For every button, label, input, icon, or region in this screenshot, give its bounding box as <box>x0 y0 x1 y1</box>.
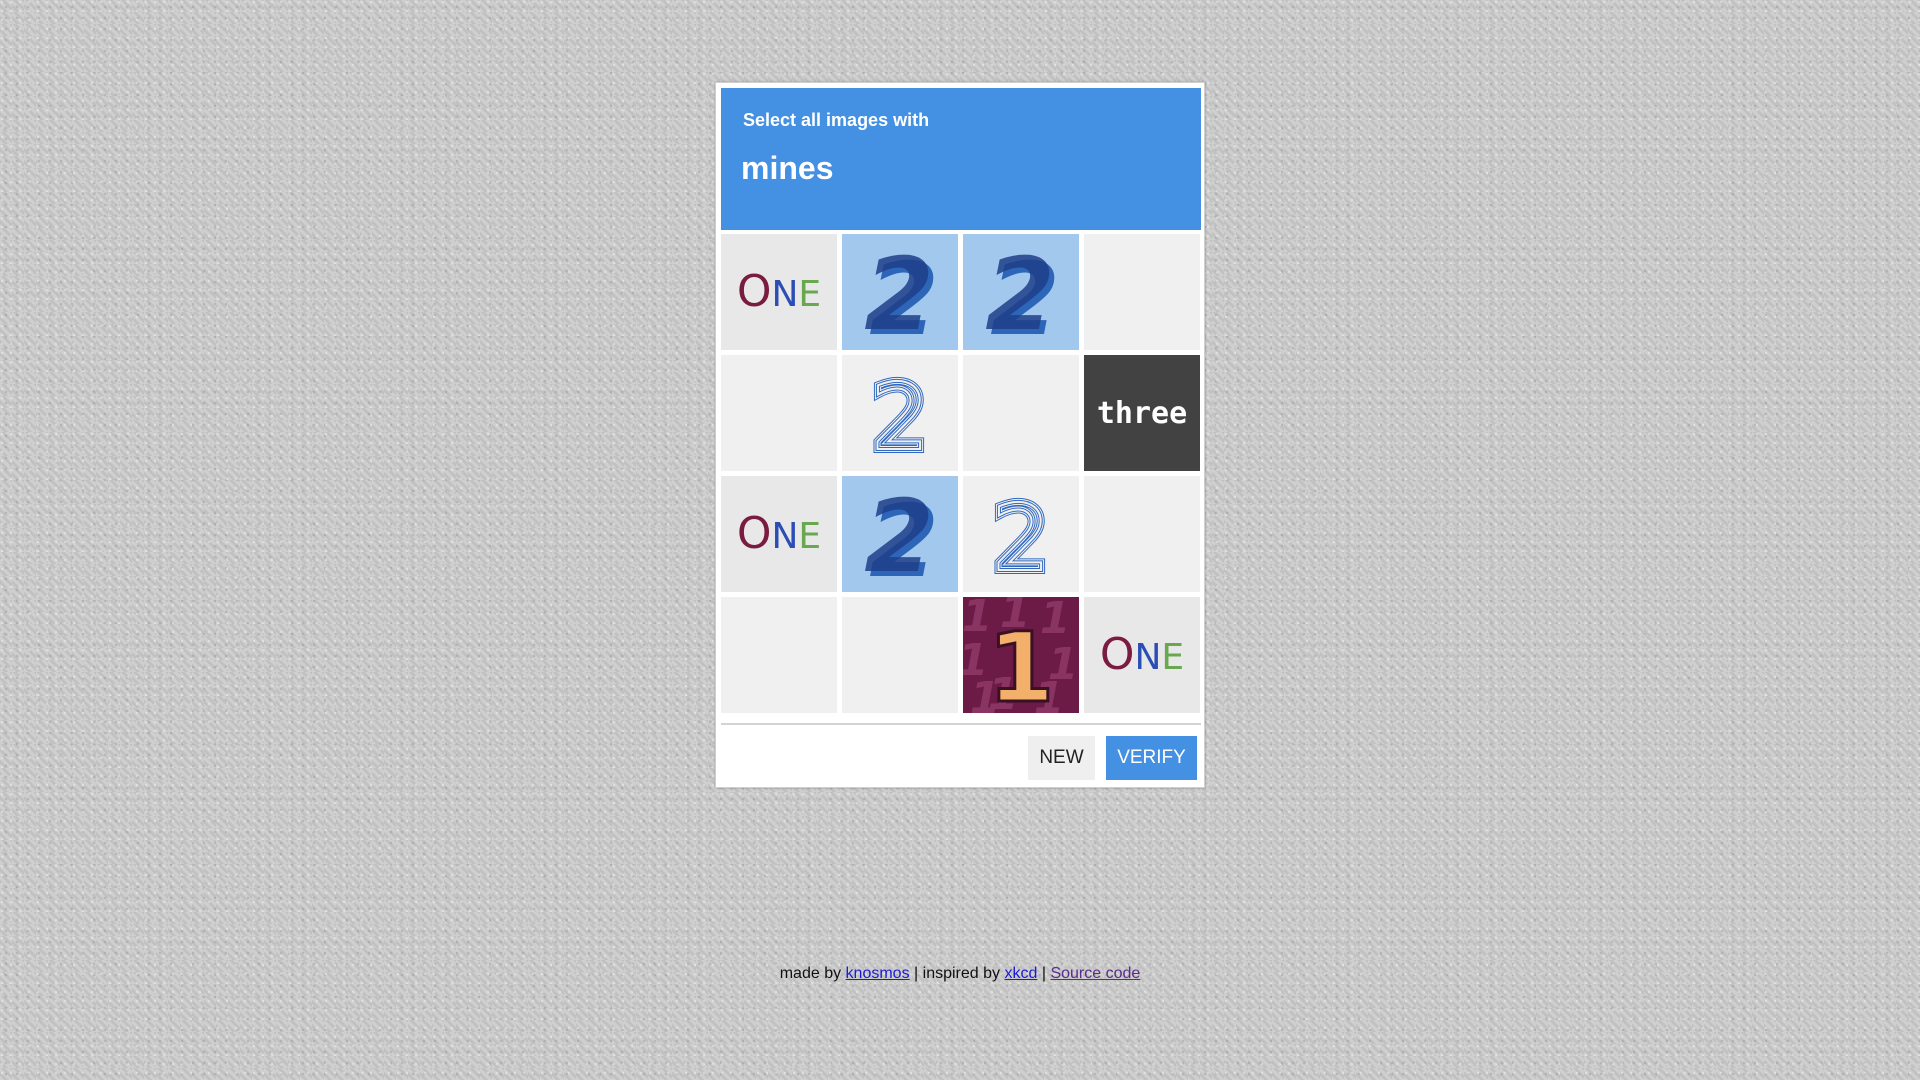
captcha-target-word: mines <box>741 150 834 186</box>
svg-text:ONE: ONE <box>1100 629 1184 680</box>
captcha-tile[interactable] <box>1084 476 1200 592</box>
new-button[interactable]: NEW <box>1028 736 1095 780</box>
captcha-tile[interactable] <box>721 355 837 471</box>
captcha-tile[interactable]: ONE <box>1084 597 1200 713</box>
tile-grid: ONE22222222threeONE222222111111111ONE <box>721 234 1201 714</box>
captcha-prompt: Select all images with <box>743 110 930 130</box>
inspired-by-text: inspired by <box>922 965 1001 982</box>
svg-text:2: 2 <box>864 236 934 350</box>
captcha-tile[interactable] <box>842 597 958 713</box>
svg-text:2: 2 <box>871 364 930 471</box>
captcha-widget: Select all images with mines ONE 2 2 2 2 2 2 2 2… <box>715 82 1205 788</box>
captcha-tile[interactable]: ONE <box>721 234 837 350</box>
captcha-tile[interactable]: ONE <box>721 476 837 592</box>
captcha-tile[interactable]: 22 <box>842 234 958 350</box>
svg-text:three: three <box>1097 396 1187 431</box>
svg-text:1: 1 <box>988 612 1055 713</box>
separator: | <box>1041 965 1046 982</box>
source-code-link[interactable]: Source code <box>1050 965 1140 982</box>
captcha-tile[interactable] <box>1084 234 1200 350</box>
footer: made by knosmos | inspired by xkcd | Sou… <box>0 965 1920 983</box>
two-brush-icon: 22 <box>842 234 958 350</box>
two-brush-icon: 22 <box>842 476 958 592</box>
captcha-tile[interactable]: 22 <box>842 476 958 592</box>
captcha-tile[interactable]: three <box>1084 355 1200 471</box>
svg-text:2: 2 <box>864 478 934 592</box>
svg-text:2: 2 <box>985 236 1055 350</box>
svg-text:ONE: ONE <box>737 508 821 559</box>
two-brush-icon: 22 <box>963 234 1079 350</box>
captcha-tile[interactable]: 22 <box>963 234 1079 350</box>
captcha-tile[interactable]: 111111111 <box>963 597 1079 713</box>
captcha-tile[interactable]: 2222 <box>963 476 1079 592</box>
svg-text:2: 2 <box>992 485 1051 592</box>
divider <box>721 723 1201 725</box>
one-numeral-icon: 111111111 <box>963 597 1079 713</box>
three-word-icon: three <box>1084 355 1200 471</box>
verify-button[interactable]: VERIFY <box>1106 736 1197 780</box>
one-word-icon: ONE <box>721 476 837 592</box>
made-by-text: made by <box>779 965 842 982</box>
captcha-tile[interactable] <box>963 355 1079 471</box>
captcha-header: Select all images with mines <box>721 88 1201 230</box>
one-word-icon: ONE <box>1084 597 1200 713</box>
xkcd-link[interactable]: xkcd <box>1004 965 1037 982</box>
two-outline-icon: 2222 <box>842 355 958 471</box>
captcha-tile[interactable]: 2222 <box>842 355 958 471</box>
two-outline-icon: 2222 <box>963 476 1079 592</box>
svg-text:ONE: ONE <box>737 266 821 317</box>
captcha-tile[interactable] <box>721 597 837 713</box>
author-link[interactable]: knosmos <box>846 965 910 982</box>
one-word-icon: ONE <box>721 234 837 350</box>
separator: | <box>914 965 919 982</box>
